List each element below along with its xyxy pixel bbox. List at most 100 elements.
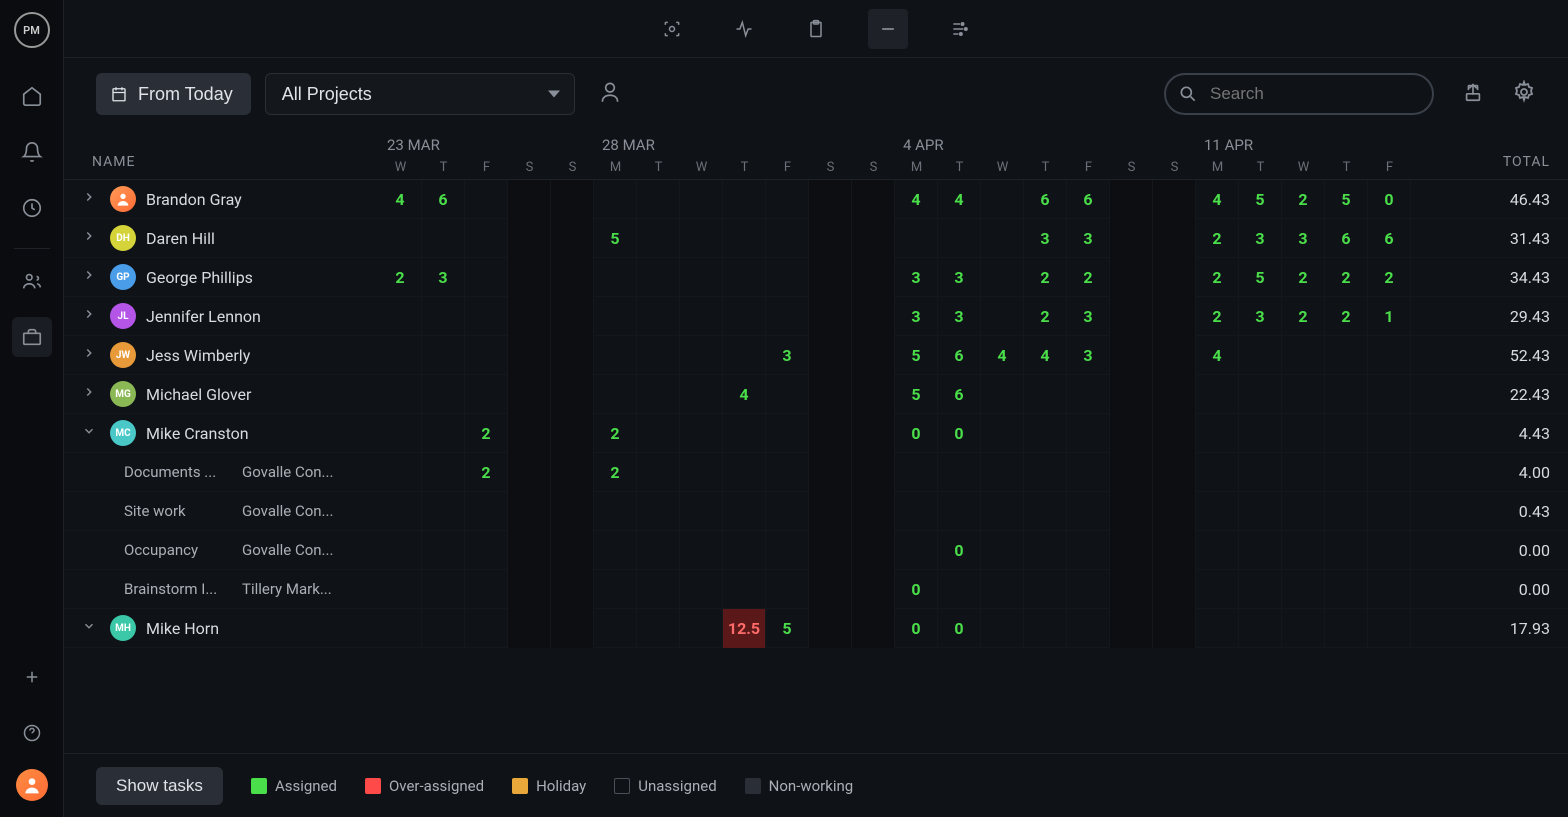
workload-cell[interactable] xyxy=(1325,570,1368,609)
workload-cell[interactable] xyxy=(508,297,551,336)
workload-cell[interactable] xyxy=(637,414,680,453)
workload-cell[interactable] xyxy=(1196,609,1239,648)
workload-cell[interactable] xyxy=(465,570,508,609)
workload-cell[interactable] xyxy=(852,414,895,453)
workload-cell[interactable]: 3 xyxy=(895,297,938,336)
workload-cell[interactable] xyxy=(1239,453,1282,492)
workload-cell[interactable] xyxy=(1024,492,1067,531)
workload-cell[interactable] xyxy=(766,375,809,414)
workload-cell[interactable] xyxy=(508,609,551,648)
workload-cell[interactable] xyxy=(1067,375,1110,414)
workload-cell[interactable]: 5 xyxy=(594,219,637,258)
share-icon[interactable] xyxy=(1462,81,1484,107)
workload-cell[interactable] xyxy=(852,297,895,336)
people-icon[interactable] xyxy=(12,261,52,301)
workload-cell[interactable] xyxy=(1282,570,1325,609)
workload-cell[interactable]: 6 xyxy=(1325,219,1368,258)
workload-cell[interactable] xyxy=(981,258,1024,297)
workload-cell[interactable] xyxy=(379,531,422,570)
workload-cell[interactable] xyxy=(1067,609,1110,648)
workload-cell[interactable] xyxy=(1153,414,1196,453)
workload-cell[interactable]: 2 xyxy=(594,453,637,492)
workload-cell[interactable] xyxy=(637,570,680,609)
workload-cell[interactable] xyxy=(1110,492,1153,531)
workload-cell[interactable] xyxy=(379,336,422,375)
workload-cell[interactable] xyxy=(766,531,809,570)
workload-cell[interactable]: 4 xyxy=(981,336,1024,375)
search-input[interactable] xyxy=(1164,73,1434,115)
workload-cell[interactable] xyxy=(1368,375,1411,414)
workload-cell[interactable]: 6 xyxy=(938,336,981,375)
workload-cell[interactable] xyxy=(1067,531,1110,570)
workload-cell[interactable] xyxy=(1325,531,1368,570)
workload-cell[interactable] xyxy=(594,180,637,219)
workload-cell[interactable] xyxy=(1067,414,1110,453)
workload-cell[interactable] xyxy=(766,180,809,219)
workload-cell[interactable] xyxy=(1368,336,1411,375)
workload-cell[interactable] xyxy=(680,609,723,648)
workload-cell[interactable] xyxy=(637,258,680,297)
workload-cell[interactable] xyxy=(379,414,422,453)
workload-cell[interactable] xyxy=(1325,414,1368,453)
workload-cell[interactable]: 3 xyxy=(1239,219,1282,258)
workload-cell[interactable]: 3 xyxy=(938,258,981,297)
workload-cell[interactable] xyxy=(508,414,551,453)
workload-cell[interactable] xyxy=(1024,570,1067,609)
workload-cell[interactable] xyxy=(766,570,809,609)
workload-cell[interactable] xyxy=(422,570,465,609)
workload-cell[interactable] xyxy=(895,531,938,570)
workload-cell[interactable] xyxy=(465,258,508,297)
workload-cell[interactable]: 3 xyxy=(422,258,465,297)
workload-cell[interactable] xyxy=(1196,375,1239,414)
workload-cell[interactable] xyxy=(551,336,594,375)
workload-cell[interactable] xyxy=(1110,570,1153,609)
workload-cell[interactable] xyxy=(637,453,680,492)
workload-cell[interactable]: 6 xyxy=(1067,180,1110,219)
workload-cell[interactable]: 2 xyxy=(1024,297,1067,336)
workload-cell[interactable]: 2 xyxy=(1067,258,1110,297)
workload-cell[interactable] xyxy=(379,297,422,336)
workload-cell[interactable] xyxy=(981,414,1024,453)
workload-cell[interactable] xyxy=(766,453,809,492)
workload-cell[interactable]: 4 xyxy=(1196,180,1239,219)
workload-cell[interactable] xyxy=(1368,453,1411,492)
workload-cell[interactable]: 6 xyxy=(422,180,465,219)
workload-cell[interactable] xyxy=(422,453,465,492)
expand-chevron[interactable] xyxy=(82,190,100,208)
workload-cell[interactable] xyxy=(852,492,895,531)
workload-cell[interactable] xyxy=(551,453,594,492)
workload-cell[interactable] xyxy=(766,258,809,297)
workload-cell[interactable] xyxy=(1153,453,1196,492)
workload-cell[interactable] xyxy=(1110,375,1153,414)
workload-cell[interactable] xyxy=(508,258,551,297)
workload-cell[interactable] xyxy=(981,297,1024,336)
workload-cell[interactable] xyxy=(723,531,766,570)
workload-cell[interactable]: 3 xyxy=(938,297,981,336)
workload-cell[interactable]: 0 xyxy=(895,570,938,609)
workload-cell[interactable] xyxy=(680,414,723,453)
workload-cell[interactable] xyxy=(1196,492,1239,531)
workload-cell[interactable] xyxy=(981,609,1024,648)
briefcase-icon[interactable] xyxy=(12,317,52,357)
workload-cell[interactable] xyxy=(809,258,852,297)
workload-cell[interactable] xyxy=(1153,375,1196,414)
workload-cell[interactable] xyxy=(809,180,852,219)
workload-cell[interactable] xyxy=(723,492,766,531)
workload-cell[interactable] xyxy=(981,492,1024,531)
workload-cell[interactable]: 4 xyxy=(1024,336,1067,375)
workload-cell[interactable] xyxy=(1368,492,1411,531)
workload-cell[interactable] xyxy=(981,453,1024,492)
workload-cell[interactable]: 2 xyxy=(465,414,508,453)
activity-icon[interactable] xyxy=(724,9,764,49)
workload-cell[interactable] xyxy=(1368,570,1411,609)
workload-cell[interactable] xyxy=(379,219,422,258)
project-select[interactable]: All Projects xyxy=(265,73,575,115)
workload-cell[interactable]: 2 xyxy=(1282,258,1325,297)
workload-cell[interactable]: 1 xyxy=(1368,297,1411,336)
clock-icon[interactable] xyxy=(12,188,52,228)
workload-cell[interactable] xyxy=(852,219,895,258)
workload-cell[interactable] xyxy=(551,375,594,414)
workload-cell[interactable]: 5 xyxy=(895,336,938,375)
workload-cell[interactable] xyxy=(1024,453,1067,492)
workload-cell[interactable]: 2 xyxy=(1196,219,1239,258)
